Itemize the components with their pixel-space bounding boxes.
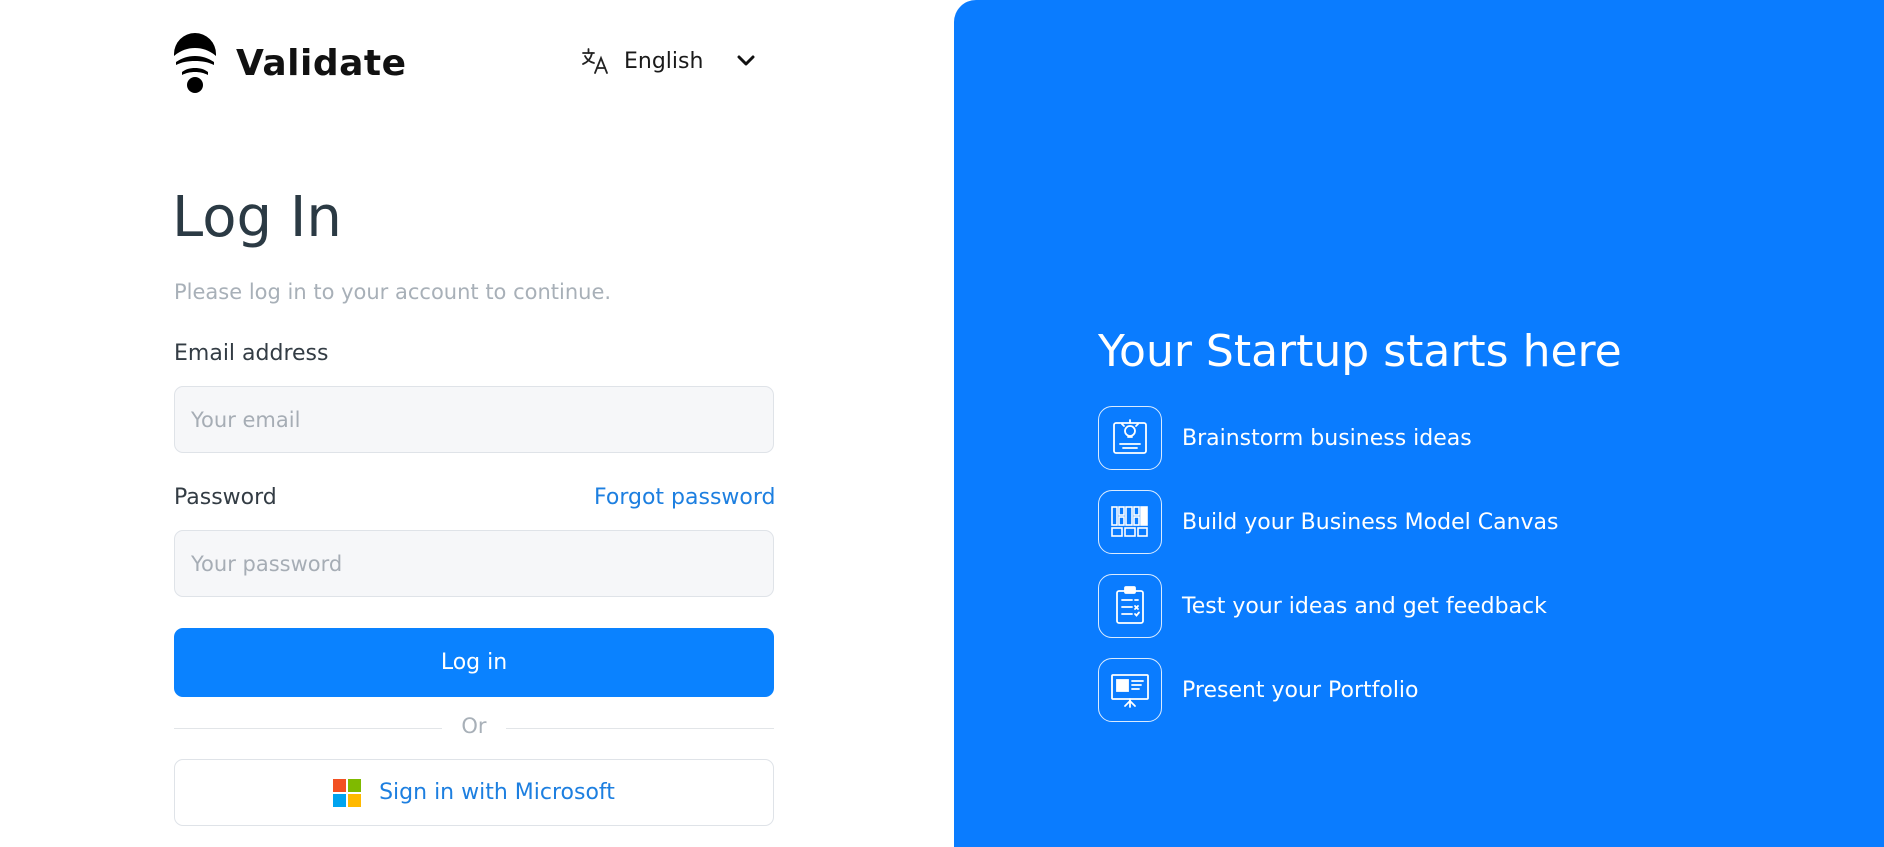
presentation-board-icon [1098, 658, 1162, 722]
lightbulb-board-icon [1098, 406, 1162, 470]
feature-item: Present your Portfolio [1098, 658, 1419, 722]
microsoft-logo-icon [333, 778, 362, 807]
divider-line-right [506, 728, 774, 729]
canvas-grid-icon [1098, 490, 1162, 554]
divider-label: Or [461, 714, 487, 738]
email-label: Email address [174, 341, 329, 366]
password-field[interactable] [174, 530, 774, 597]
forgot-password-link[interactable]: Forgot password [594, 485, 775, 510]
login-button[interactable]: Log in [174, 628, 774, 697]
clipboard-checklist-icon [1098, 574, 1162, 638]
page-subtitle: Please log in to your account to continu… [174, 280, 612, 304]
language-selector[interactable]: English [580, 46, 755, 76]
feature-label: Test your ideas and get feedback [1182, 593, 1547, 619]
chevron-down-icon [737, 55, 755, 66]
promo-panel: Your Startup starts here Brainstorm busi… [954, 0, 1884, 847]
feature-label: Brainstorm business ideas [1182, 425, 1472, 451]
brand-logo[interactable]: Validate [172, 32, 407, 94]
feature-label: Build your Business Model Canvas [1182, 509, 1559, 535]
validate-logo-icon [174, 33, 216, 93]
translate-icon [582, 48, 608, 74]
login-panel: Validate English Log In Please log in to… [0, 0, 954, 847]
brand-name: Validate [236, 42, 407, 84]
feature-item: Build your Business Model Canvas [1098, 490, 1558, 554]
promo-headline: Your Startup starts here [1098, 326, 1622, 377]
page-title: Log In [172, 185, 342, 250]
feature-label: Present your Portfolio [1182, 677, 1419, 703]
language-label: English [624, 48, 704, 74]
password-label: Password [174, 485, 277, 510]
email-field[interactable] [174, 386, 774, 453]
feature-item: Test your ideas and get feedback [1098, 574, 1547, 638]
microsoft-signin-label: Sign in with Microsoft [379, 780, 615, 805]
feature-item: Brainstorm business ideas [1098, 406, 1472, 470]
microsoft-signin-button[interactable]: Sign in with Microsoft [174, 759, 774, 826]
or-divider: Or [174, 714, 774, 742]
